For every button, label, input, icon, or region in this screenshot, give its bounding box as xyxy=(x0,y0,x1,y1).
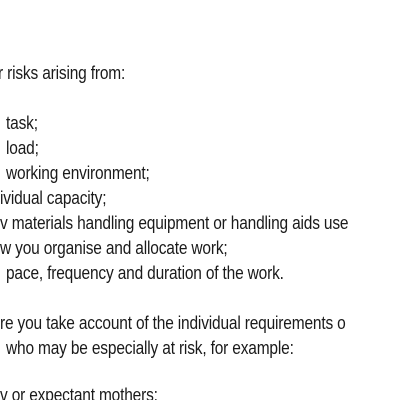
intro-text: r risks arising from: xyxy=(0,63,126,83)
risk-factor-item: task; xyxy=(6,113,38,133)
risk-factor-item: v materials handling equipment or handli… xyxy=(0,213,349,233)
paragraph-line: re you take account of the individual re… xyxy=(0,313,346,333)
risk-factor-item: w you organise and allocate work; xyxy=(0,238,228,258)
risk-factor-item: ividual capacity; xyxy=(0,188,107,208)
risk-factor-item: working environment; xyxy=(6,163,150,183)
risk-factor-item: load; xyxy=(6,138,39,158)
example-item: v or expectant mothers; xyxy=(0,385,158,400)
risk-factor-item: pace, frequency and duration of the work… xyxy=(6,263,284,283)
paragraph-line: who may be especially at risk, for examp… xyxy=(6,338,294,358)
document-page: r risks arising from: task; load; workin… xyxy=(0,0,400,400)
